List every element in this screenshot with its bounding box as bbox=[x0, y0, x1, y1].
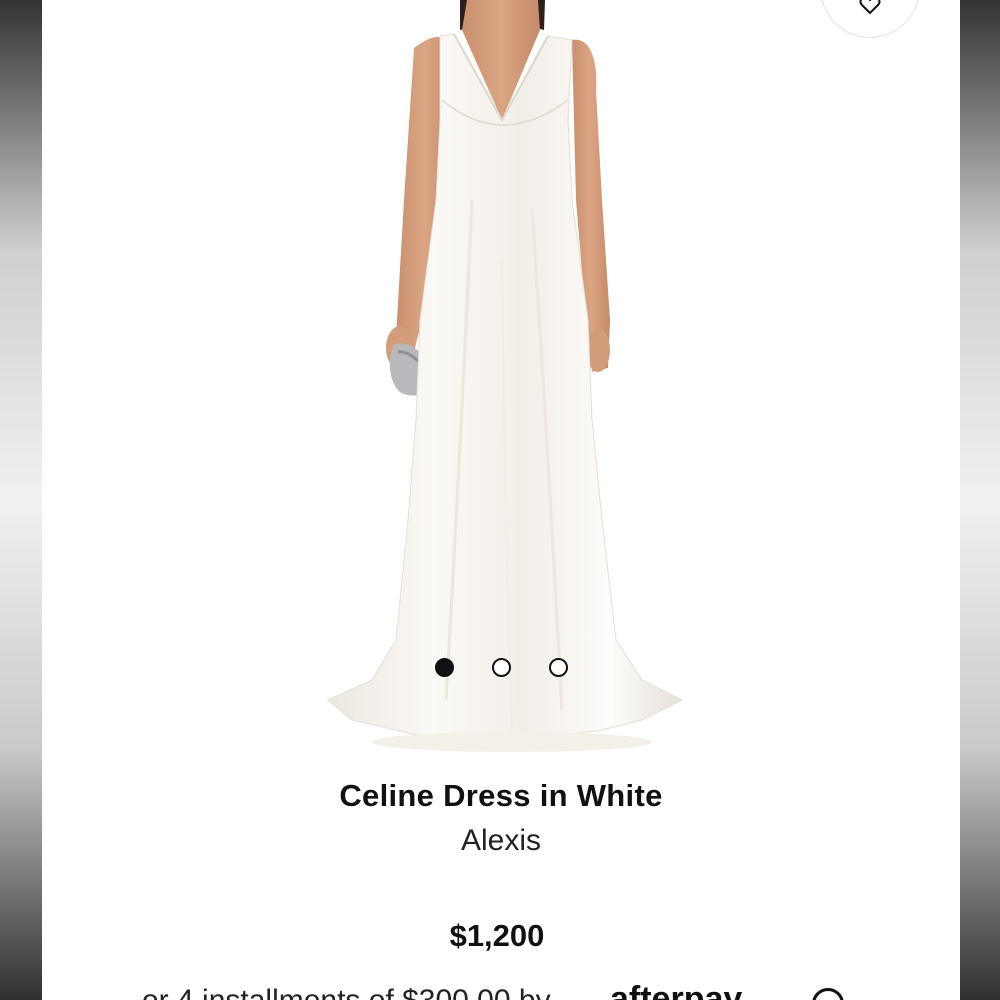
left-frame-edge bbox=[0, 0, 42, 1000]
gallery-dot-2[interactable] bbox=[492, 658, 511, 677]
right-frame-edge bbox=[960, 0, 1000, 1000]
product-screen: Celine Dress in White Alexis $1,200 or 4… bbox=[42, 0, 960, 1000]
heart-icon bbox=[859, 0, 881, 15]
afterpay-logo-icon: afterpay bbox=[610, 980, 743, 1000]
dress-photo bbox=[327, 0, 684, 752]
info-icon[interactable] bbox=[812, 988, 844, 1000]
product-title: Celine Dress in White bbox=[339, 778, 663, 813]
installments-text: or 4 installments of $300.00 by bbox=[142, 984, 551, 1000]
product-brand[interactable]: Alexis bbox=[42, 824, 960, 858]
product-image[interactable] bbox=[42, 0, 960, 760]
gallery-dot-1[interactable] bbox=[435, 658, 454, 677]
product-price: $1,200 bbox=[449, 918, 545, 953]
gallery-pagination bbox=[435, 658, 568, 677]
gallery-dot-3[interactable] bbox=[549, 658, 568, 677]
